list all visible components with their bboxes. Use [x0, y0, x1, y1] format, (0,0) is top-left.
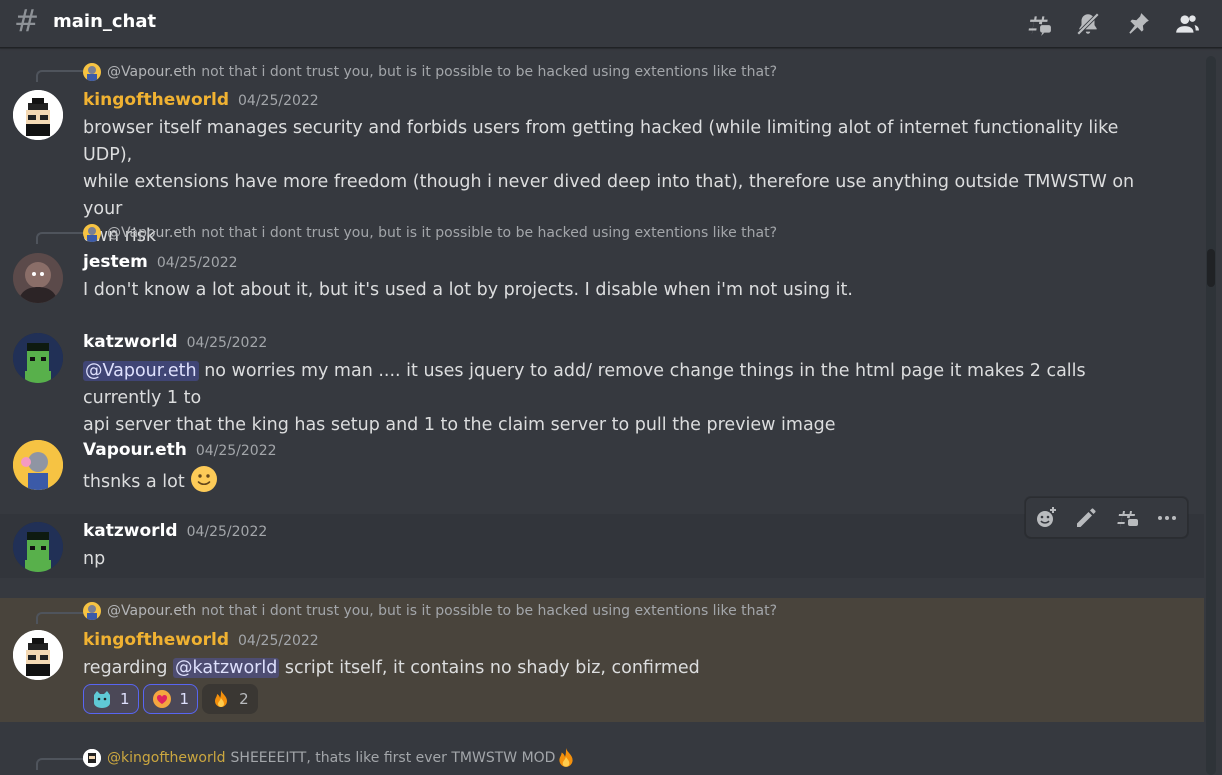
channel-name: main_chat	[53, 11, 157, 32]
username[interactable]: katzworld	[83, 332, 178, 352]
message[interactable]: @kingoftheworld SHEEEEITT, thats like fi…	[0, 738, 1204, 775]
message[interactable]: @Vapour.eth not that i dont trust you, b…	[0, 218, 1204, 308]
reply-text: not that i dont trust you, but is it pos…	[201, 225, 777, 241]
scrollbar-track[interactable]	[1206, 56, 1216, 775]
avatar[interactable]	[13, 90, 63, 140]
message[interactable]: @Vapour.eth not that i dont trust you, b…	[0, 48, 1204, 246]
avatar[interactable]	[13, 253, 63, 303]
message-line: while extensions have more freedom (thou…	[83, 172, 1135, 219]
more-options-button[interactable]	[1153, 504, 1181, 532]
slightly-smiling-face-emoji-icon	[191, 466, 218, 492]
reply-username[interactable]: @kingoftheworld	[107, 750, 226, 766]
message-list[interactable]: @Vapour.eth not that i dont trust you, b…	[0, 48, 1204, 775]
message-text: thsnks a lot	[83, 472, 191, 492]
reply-username[interactable]: @Vapour.eth	[107, 64, 196, 80]
message-actions-toolbar	[1025, 497, 1188, 538]
timestamp: 04/25/2022	[186, 524, 268, 540]
reply-preview[interactable]: @Vapour.eth not that i dont trust you, b…	[83, 223, 777, 243]
message-text: script itself, it contains no shady biz,…	[279, 658, 700, 678]
timestamp: 04/25/2022	[238, 93, 319, 109]
channel-header: # main_chat	[0, 0, 1222, 48]
reactions-bar: 1 1 2	[83, 684, 258, 714]
pin-icon[interactable]	[1125, 11, 1151, 37]
reply-username[interactable]: @Vapour.eth	[107, 603, 196, 619]
add-reaction-button[interactable]	[1032, 504, 1060, 532]
reply-avatar	[83, 63, 101, 81]
message[interactable]: katzworld 04/25/2022 np	[0, 514, 1204, 578]
message-line: I don't know a lot about it, but it's us…	[83, 280, 853, 300]
reply-preview[interactable]: @kingoftheworld SHEEEEITT, thats like fi…	[83, 748, 577, 768]
reaction-count: 1	[120, 690, 130, 708]
message-content: I don't know a lot about it, but it's us…	[83, 277, 1143, 304]
reaction-cat[interactable]: 1	[83, 684, 139, 714]
members-icon[interactable]	[1174, 11, 1200, 37]
timestamp: 04/25/2022	[156, 255, 238, 271]
message-text: np	[83, 549, 106, 569]
fire-emoji-icon	[215, 690, 228, 707]
user-mention[interactable]: @Vapour.eth	[83, 361, 199, 381]
add-reaction-icon	[1037, 506, 1057, 527]
reply-preview[interactable]: @Vapour.eth not that i dont trust you, b…	[83, 601, 777, 621]
scrollbar-thumb[interactable]	[1207, 249, 1215, 287]
reply-avatar	[83, 602, 101, 620]
username[interactable]: kingoftheworld	[83, 90, 229, 110]
more-dots-icon	[1157, 515, 1176, 520]
reaction-fire[interactable]: 2	[202, 684, 258, 714]
timestamp: 04/25/2022	[238, 633, 319, 649]
timestamp: 04/25/2022	[186, 335, 268, 351]
reply-preview[interactable]: @Vapour.eth not that i dont trust you, b…	[83, 62, 777, 82]
avatar[interactable]	[13, 522, 63, 572]
reply-username[interactable]: @Vapour.eth	[107, 225, 196, 241]
message-highlighted[interactable]: @Vapour.eth not that i dont trust you, b…	[0, 598, 1204, 722]
message-line: browser itself manages security and forb…	[83, 118, 1119, 165]
message-text: regarding	[83, 658, 174, 678]
reaction-count: 1	[179, 690, 190, 708]
reply-avatar	[83, 749, 101, 767]
channel-hash-icon: #	[14, 4, 40, 39]
reply-text: SHEEEEITT, thats like first ever TMWSTW …	[230, 750, 556, 766]
message-content: thsnks a lot	[83, 465, 1143, 496]
heart-face-emoji-icon	[152, 690, 171, 708]
username[interactable]: jestem	[83, 252, 148, 272]
reply-text: not that i dont trust you, but is it pos…	[201, 603, 777, 619]
timestamp: 04/25/2022	[195, 443, 277, 459]
threads-icon[interactable]	[1026, 11, 1052, 37]
reaction-heart-face[interactable]: 1	[142, 684, 199, 714]
message-content: np	[83, 546, 1143, 573]
username[interactable]: katzworld	[83, 521, 178, 541]
message-text: no worries my man .... it uses jquery to…	[83, 361, 1086, 408]
avatar[interactable]	[13, 630, 63, 680]
message[interactable]: Vapour.eth 04/25/2022 thsnks a lot	[0, 436, 1204, 496]
user-mention[interactable]: @katzworld	[173, 658, 280, 678]
cat-emoji-icon	[94, 691, 110, 708]
create-thread-button[interactable]	[1113, 504, 1141, 532]
pencil-icon	[1077, 507, 1096, 527]
username[interactable]: Vapour.eth	[83, 440, 187, 460]
avatar[interactable]	[13, 440, 63, 490]
username[interactable]: kingoftheworld	[83, 630, 229, 650]
message-line: api server that the king has setup and 1…	[83, 415, 836, 435]
avatar[interactable]	[13, 333, 63, 383]
mute-bell-icon[interactable]	[1075, 11, 1101, 37]
message-content: regarding @katzworld script itself, it c…	[83, 655, 1143, 682]
reaction-count: 2	[239, 690, 249, 708]
reply-avatar	[83, 224, 101, 242]
message-content: @Vapour.eth no worries my man .... it us…	[83, 358, 1143, 439]
fire-emoji-icon	[559, 748, 574, 767]
message[interactable]: katzworld 04/25/2022 @Vapour.eth no worr…	[0, 328, 1204, 435]
edit-button[interactable]	[1072, 504, 1100, 532]
reply-text: not that i dont trust you, but is it pos…	[201, 64, 777, 80]
thread-icon	[1117, 510, 1138, 527]
